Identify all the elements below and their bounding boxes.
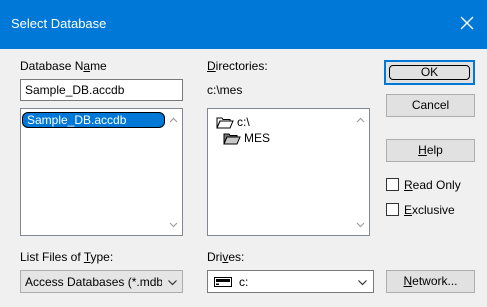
- window-title: Select Database: [11, 16, 107, 31]
- current-directory-path: c:\mes: [207, 83, 243, 97]
- directories-label: Directories:: [207, 59, 268, 73]
- open-folder-icon: [223, 133, 241, 145]
- directory-name: MES: [244, 131, 271, 145]
- list-item[interactable]: Sample_DB.accdb: [22, 112, 165, 128]
- drive-icon: [214, 277, 232, 287]
- help-button[interactable]: Help: [386, 139, 475, 162]
- directory-name: c:\: [237, 115, 250, 129]
- list-item-label: Sample_DB.accdb: [27, 113, 127, 127]
- chevron-down-icon: [168, 280, 177, 286]
- chevron-down-icon: [358, 280, 367, 286]
- scroll-down-icon[interactable]: [168, 219, 179, 230]
- exclusive-label[interactable]: Exclusive: [404, 203, 455, 217]
- drives-select[interactable]: c:: [207, 270, 374, 293]
- scroll-up-icon[interactable]: [355, 115, 366, 126]
- file-type-value: Access Databases (*.mdb: [25, 275, 162, 289]
- scroll-down-icon[interactable]: [355, 219, 366, 230]
- directory-tree[interactable]: c:\ MES: [207, 108, 370, 236]
- network-button[interactable]: Network...: [386, 270, 475, 293]
- read-only-checkbox[interactable]: [386, 178, 399, 191]
- file-list-scrollbar[interactable]: [165, 109, 182, 235]
- read-only-label[interactable]: Read Only: [404, 178, 461, 192]
- ok-button[interactable]: OK: [384, 60, 475, 85]
- exclusive-checkbox[interactable]: [386, 203, 399, 216]
- drives-value: c:: [239, 275, 249, 289]
- open-folder-icon: [216, 117, 234, 129]
- close-icon[interactable]: [455, 11, 479, 35]
- database-name-input[interactable]: Sample_DB.accdb: [20, 79, 183, 101]
- title-bar: Select Database: [0, 0, 487, 49]
- cancel-button[interactable]: Cancel: [386, 94, 475, 117]
- scroll-up-icon[interactable]: [168, 115, 179, 126]
- database-name-label: Database Name: [20, 59, 107, 73]
- database-file-list[interactable]: Sample_DB.accdb: [20, 108, 183, 236]
- drives-label: Drives:: [207, 250, 245, 264]
- file-type-select[interactable]: Access Databases (*.mdb: [20, 270, 183, 293]
- directory-tree-scrollbar[interactable]: [352, 109, 369, 235]
- file-type-label: List Files of Type:: [20, 250, 114, 264]
